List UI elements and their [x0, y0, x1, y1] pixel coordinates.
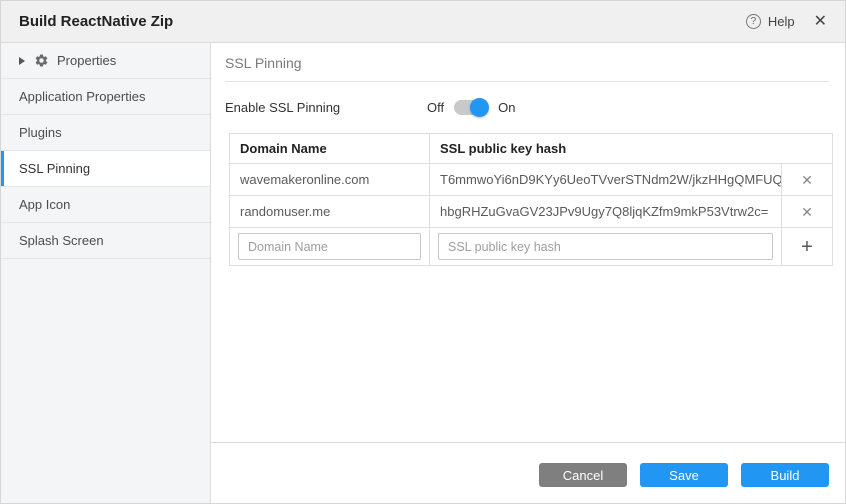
- build-button[interactable]: Build: [741, 463, 829, 487]
- enable-ssl-pinning-label: Enable SSL Pinning: [225, 100, 427, 115]
- toggle-knob[interactable]: [470, 98, 489, 117]
- sidebar-item-label: App Icon: [19, 197, 70, 212]
- sidebar-item-label: SSL Pinning: [19, 161, 90, 176]
- delete-row-icon[interactable]: ✕: [801, 205, 813, 219]
- cancel-button[interactable]: Cancel: [539, 463, 627, 487]
- close-icon[interactable]: ✕: [814, 14, 827, 30]
- header-actions: ? Help ✕: [746, 14, 827, 30]
- column-header-domain: Domain Name: [230, 134, 430, 163]
- sidebar: Properties Application Properties Plugin…: [1, 43, 211, 503]
- column-header-hash: SSL public key hash: [430, 134, 832, 163]
- ssl-key-hash-input[interactable]: [438, 233, 773, 260]
- help-button[interactable]: Help: [768, 14, 795, 29]
- save-button[interactable]: Save: [640, 463, 728, 487]
- table-header-row: Domain Name SSL public key hash: [230, 134, 832, 163]
- sidebar-item-plugins[interactable]: Plugins: [1, 115, 210, 151]
- ssl-pinning-toggle[interactable]: [454, 100, 488, 115]
- hash-cell: T6mmwoYi6nD9KYy6UeoTVverSTNdm2W/jkzHHgQM…: [430, 164, 782, 195]
- ssl-pinning-table: Domain Name SSL public key hash wavemake…: [229, 133, 833, 266]
- help-icon[interactable]: ?: [746, 14, 761, 29]
- caret-right-icon[interactable]: [19, 57, 25, 65]
- toggle-on-label: On: [498, 100, 515, 115]
- dialog-footer: Cancel Save Build: [211, 442, 845, 503]
- dialog-title: Build ReactNative Zip: [19, 13, 173, 30]
- sidebar-item-ssl-pinning[interactable]: SSL Pinning: [1, 151, 210, 187]
- sidebar-item-app-icon[interactable]: App Icon: [1, 187, 210, 223]
- sidebar-item-application-properties[interactable]: Application Properties: [1, 79, 210, 115]
- dialog-body: Properties Application Properties Plugin…: [1, 43, 845, 503]
- sidebar-item-label: Plugins: [19, 125, 62, 140]
- table-row: randomuser.me hbgRHZuGvaGV23JPv9Ugy7Q8lj…: [230, 195, 832, 227]
- gear-icon: [34, 53, 49, 68]
- domain-cell: randomuser.me: [230, 196, 430, 227]
- add-row-icon[interactable]: +: [801, 237, 813, 257]
- add-entry-row: +: [230, 227, 832, 265]
- content-column: SSL Pinning Enable SSL Pinning Off On Do…: [211, 43, 845, 503]
- table-row: wavemakeronline.com T6mmwoYi6nD9KYy6UeoT…: [230, 163, 832, 195]
- build-reactnative-zip-dialog: Build ReactNative Zip ? Help ✕ Propertie…: [0, 0, 846, 504]
- toggle-off-label: Off: [427, 100, 444, 115]
- sidebar-item-splash-screen[interactable]: Splash Screen: [1, 223, 210, 259]
- ssl-pinning-panel: SSL Pinning Enable SSL Pinning Off On Do…: [211, 43, 845, 442]
- section-divider: [225, 81, 829, 82]
- delete-row-icon[interactable]: ✕: [801, 173, 813, 187]
- enable-ssl-pinning-row: Enable SSL Pinning Off On: [225, 100, 829, 115]
- domain-cell: wavemakeronline.com: [230, 164, 430, 195]
- dialog-header: Build ReactNative Zip ? Help ✕: [1, 1, 845, 43]
- sidebar-item-label: Properties: [57, 53, 116, 68]
- sidebar-item-properties[interactable]: Properties: [1, 43, 210, 79]
- sidebar-item-label: Application Properties: [19, 89, 145, 104]
- ssl-toggle-group: Off On: [427, 100, 515, 115]
- domain-name-input[interactable]: [238, 233, 421, 260]
- section-title: SSL Pinning: [225, 55, 829, 81]
- sidebar-item-label: Splash Screen: [19, 233, 104, 248]
- hash-cell: hbgRHZuGvaGV23JPv9Ugy7Q8ljqKZfm9mkP53Vtr…: [430, 196, 782, 227]
